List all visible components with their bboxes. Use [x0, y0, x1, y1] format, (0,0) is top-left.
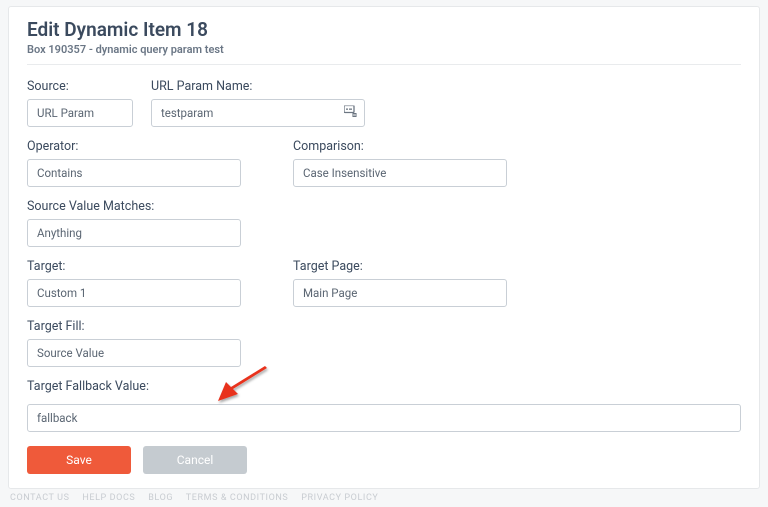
target-page-value: Main Page — [303, 286, 357, 300]
target-page-select[interactable]: Main Page — [293, 279, 507, 307]
comparison-label: Comparison: — [293, 139, 507, 154]
target-fallback-field[interactable] — [37, 411, 731, 425]
edit-panel: Edit Dynamic Item 18 Box 190357 - dynami… — [8, 6, 760, 489]
comparison-select[interactable]: Case Insensitive — [293, 159, 507, 187]
global-footer: CONTACT US HELP DOCS BLOG TERMS & CONDIT… — [10, 493, 758, 503]
footer-links: CONTACT US HELP DOCS BLOG TERMS & CONDIT… — [10, 493, 388, 503]
page-title: Edit Dynamic Item 18 — [27, 19, 741, 42]
target-select[interactable]: Custom 1 — [27, 279, 241, 307]
target-fill-select[interactable]: Source Value — [27, 339, 241, 367]
target-value: Custom 1 — [37, 286, 86, 300]
footer-link[interactable]: TERMS & CONDITIONS — [186, 493, 289, 503]
url-param-name-label: URL Param Name: — [151, 79, 365, 94]
source-label: Source: — [27, 79, 133, 94]
page-subtitle: Box 190357 - dynamic query param test — [27, 43, 741, 56]
target-fill-label: Target Fill: — [27, 319, 241, 334]
form: Source: URL Param URL Param Name: — [27, 79, 741, 474]
footer-link[interactable]: CONTACT US — [10, 493, 70, 503]
target-fill-value: Source Value — [37, 346, 104, 360]
target-fallback-input[interactable] — [27, 404, 741, 432]
footer-link[interactable]: PRIVACY POLICY — [301, 493, 378, 503]
source-value-matches-select[interactable]: Anything — [27, 219, 241, 247]
operator-label: Operator: — [27, 139, 241, 154]
cancel-button[interactable]: Cancel — [143, 446, 247, 474]
url-param-name-input[interactable] — [151, 99, 365, 127]
url-param-name-field[interactable] — [161, 106, 355, 120]
source-value: URL Param — [37, 106, 94, 120]
operator-select[interactable]: Contains — [27, 159, 241, 187]
target-fallback-label: Target Fallback Value: — [27, 379, 741, 394]
comparison-value: Case Insensitive — [303, 166, 386, 180]
source-value-matches-label: Source Value Matches: — [27, 199, 241, 214]
param-icon[interactable] — [344, 105, 357, 120]
actions: Save Cancel — [27, 446, 741, 474]
target-page-label: Target Page: — [293, 259, 507, 274]
panel-header: Edit Dynamic Item 18 Box 190357 - dynami… — [27, 19, 741, 56]
footer-link[interactable]: HELP DOCS — [82, 493, 135, 503]
operator-value: Contains — [37, 166, 83, 180]
target-label: Target: — [27, 259, 241, 274]
source-value-matches-value: Anything — [37, 226, 82, 240]
source-select[interactable]: URL Param — [27, 99, 133, 127]
divider — [27, 64, 741, 65]
save-button[interactable]: Save — [27, 446, 131, 474]
footer-link[interactable]: BLOG — [148, 493, 173, 503]
